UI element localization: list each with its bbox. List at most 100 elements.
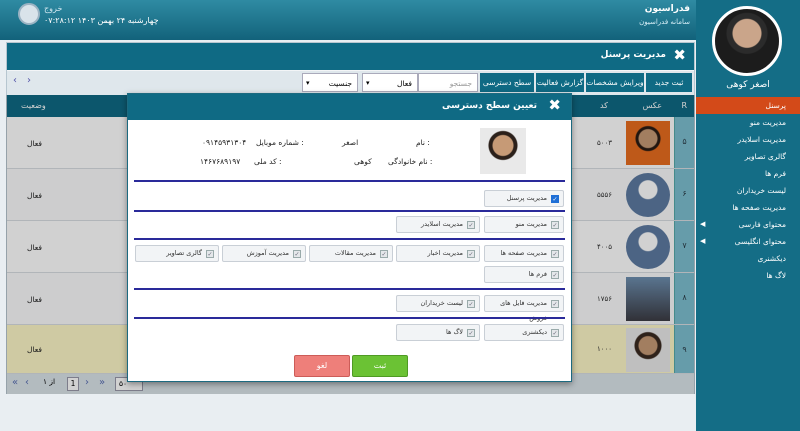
perm-label: دیکشنری xyxy=(522,328,547,336)
gender-filter-value: جنسیت xyxy=(328,79,352,88)
date-time: چهارشنبه ۲۴ بهمن ۱۴۰۳ ۰۷:۲۸:۱۲ xyxy=(44,16,159,25)
cancel-button[interactable]: لغو xyxy=(294,355,350,377)
family-label: نام خانوادگی : xyxy=(388,157,433,166)
status-filter-value: فعال xyxy=(397,79,412,88)
chevron-down-icon: ▾ xyxy=(366,79,370,87)
checkbox-icon: ✓ xyxy=(551,300,559,308)
checkbox-icon: ✓ xyxy=(551,271,559,279)
close-icon[interactable]: ✖ xyxy=(548,96,561,114)
checkbox-icon: ✓ xyxy=(551,250,559,258)
activity-report-button[interactable]: گزارش فعالیت xyxy=(536,73,584,92)
gender-filter[interactable]: ▾ جنسیت xyxy=(302,73,358,92)
sidebar-item-dictionary[interactable]: دیکشنری xyxy=(696,250,800,267)
sidebar-item-label: محتوای انگلیسی xyxy=(734,237,786,246)
new-record-button[interactable]: ثبت جدید xyxy=(646,73,692,92)
checkbox-icon: ✓ xyxy=(467,221,475,229)
dialog-header: تعیین سطح دسترسی ✖ xyxy=(128,94,571,120)
perm-articles-checkbox[interactable]: ✓ مدیریت مقالات xyxy=(309,245,393,262)
chevron-down-icon: ▾ xyxy=(306,79,310,87)
sidebar-item-gallery[interactable]: گالری تصاویر xyxy=(696,148,800,165)
sidebar-item-personnel[interactable]: پرسنل xyxy=(696,97,800,114)
sidebar-item-buyers[interactable]: لیست خریداران xyxy=(696,182,800,199)
perm-buyers-checkbox[interactable]: ✓ لیست خریداران xyxy=(396,295,480,312)
perm-label: مدیریت آموزش xyxy=(246,249,289,257)
chevron-left-icon[interactable]: ‹ xyxy=(13,75,17,86)
perm-menu-checkbox[interactable]: ✓ مدیریت منو xyxy=(484,216,564,233)
mobile-label: شماره موبایل : xyxy=(256,138,304,147)
chevron-right-icon[interactable]: › xyxy=(27,75,31,86)
mobile-value: ۰۹۱۴۵۹۳۱۳۰۴ xyxy=(202,138,247,147)
perm-label: مدیریت منو xyxy=(515,220,547,228)
save-button[interactable]: ثبت xyxy=(352,355,408,377)
divider xyxy=(134,180,565,182)
sidebar-item-forms[interactable]: فرم ها xyxy=(696,165,800,182)
perm-gallery-checkbox[interactable]: ✓ گالری تصاویر xyxy=(135,245,219,262)
perm-dictionary-checkbox[interactable]: ✓ دیکشنری xyxy=(484,324,564,341)
perm-education-checkbox[interactable]: ✓ مدیریت آموزش xyxy=(222,245,306,262)
perm-files-checkbox[interactable]: ✓مدیریت فایل های فروش xyxy=(484,295,564,322)
perm-forms-checkbox[interactable]: ✓ فرم ها xyxy=(484,266,564,283)
sidebar-menu: پرسنل مدیریت منو مدیریت اسلایدر گالری تص… xyxy=(696,97,800,284)
checkbox-icon: ✓ xyxy=(467,329,475,337)
checkbox-icon: ✓ xyxy=(551,195,559,203)
checkbox-icon: ✓ xyxy=(293,250,301,258)
edit-profile-button[interactable]: ویرایش مشخصات xyxy=(586,73,644,92)
national-id-value: ۱۴۶۷۶۸۹۱۹۷ xyxy=(200,157,241,166)
user-photo xyxy=(480,128,526,174)
perm-news-checkbox[interactable]: ✓ مدیریت اخبار xyxy=(396,245,480,262)
federation-logo xyxy=(18,3,40,25)
perm-label: لیست خریداران xyxy=(420,299,463,307)
user-name: اصغر کوهی xyxy=(726,80,770,90)
chevron-left-icon: ◀ xyxy=(700,220,706,228)
checkbox-icon: ✓ xyxy=(206,250,214,258)
checkbox-icon: ✓ xyxy=(551,221,559,229)
panel-header: مدیریت پرسنل ✖ xyxy=(7,43,694,70)
perm-label: فرم ها xyxy=(528,270,547,278)
name-value: اصغر xyxy=(342,138,359,147)
sidebar-item-farsi-content[interactable]: ◀ محتوای فارسی xyxy=(696,216,800,233)
checkbox-icon: ✓ xyxy=(467,250,475,258)
sidebar-item-menu[interactable]: مدیریت منو xyxy=(696,114,800,131)
name-label: نام : xyxy=(416,138,430,147)
sidebar-item-slider[interactable]: مدیریت اسلایدر xyxy=(696,131,800,148)
dialog-title: تعیین سطح دسترسی xyxy=(442,101,537,111)
user-avatar xyxy=(712,6,782,76)
checkbox-icon: ✓ xyxy=(467,300,475,308)
perm-label: مدیریت اخبار xyxy=(427,249,463,257)
close-icon[interactable]: ✖ xyxy=(673,46,686,64)
national-id-label: کد ملی : xyxy=(254,157,282,166)
app-subtitle: سامانه فدراسیون xyxy=(639,18,690,26)
sidebar: اصغر کوهی پرسنل مدیریت منو مدیریت اسلاید… xyxy=(696,0,800,431)
perm-label: لاگ ها xyxy=(446,328,463,336)
perm-label: مدیریت اسلایدر xyxy=(420,220,463,228)
top-bar: خروج چهارشنبه ۲۴ بهمن ۱۴۰۳ ۰۷:۲۸:۱۲ فدرا… xyxy=(0,0,696,40)
perm-personnel-checkbox[interactable]: ✓ مدیریت پرسنل xyxy=(484,190,564,207)
chevron-left-icon: ◀ xyxy=(700,237,706,245)
checkbox-icon: ✓ xyxy=(551,329,559,337)
perm-pages-checkbox[interactable]: ✓ مدیریت صفحه ها xyxy=(484,245,564,262)
perm-logs-checkbox[interactable]: ✓ لاگ ها xyxy=(396,324,480,341)
panel-title: مدیریت پرسنل xyxy=(600,50,666,60)
app-name: فدراسیون xyxy=(644,4,690,14)
search-input[interactable]: جستجو xyxy=(418,73,478,92)
exit-link[interactable]: خروج xyxy=(44,4,62,13)
checkbox-icon: ✓ xyxy=(380,250,388,258)
perm-slider-checkbox[interactable]: ✓ مدیریت اسلایدر xyxy=(396,216,480,233)
status-filter[interactable]: ▾ فعال xyxy=(362,73,418,92)
date-text: چهارشنبه ۲۴ بهمن ۱۴۰۳ xyxy=(77,16,159,25)
time-text: ۰۷:۲۸:۱۲ xyxy=(44,16,76,25)
sidebar-item-pages[interactable]: مدیریت صفحه ها xyxy=(696,199,800,216)
perm-label: گالری تصاویر xyxy=(166,249,202,257)
perm-label: مدیریت صفحه ها xyxy=(500,249,547,257)
toolbar: ‹ › ▾ جنسیت ▾ فعال جستجو سطح دسترسی گزارش … xyxy=(7,71,694,95)
access-level-button[interactable]: سطح دسترسی xyxy=(480,73,534,92)
sidebar-item-english-content[interactable]: ◀ محتوای انگلیسی xyxy=(696,233,800,250)
divider xyxy=(134,238,565,240)
family-value: کوهی xyxy=(354,157,372,166)
perm-label: مدیریت مقالات xyxy=(334,249,376,257)
divider xyxy=(134,288,565,290)
divider xyxy=(134,210,565,212)
sidebar-item-logs[interactable]: لاگ ها xyxy=(696,267,800,284)
access-level-dialog: تعیین سطح دسترسی ✖ نام : اصغر نام خانواد… xyxy=(127,93,572,382)
sidebar-item-label: محتوای فارسی xyxy=(738,220,786,229)
